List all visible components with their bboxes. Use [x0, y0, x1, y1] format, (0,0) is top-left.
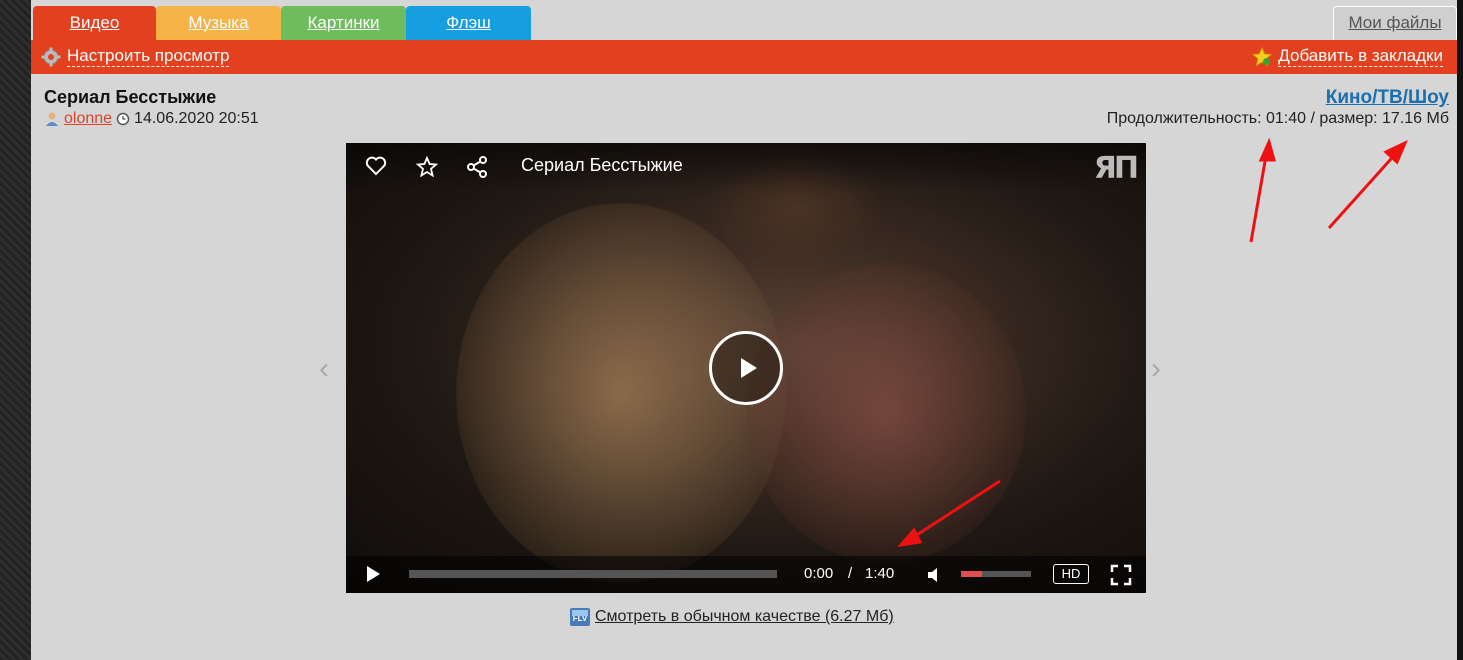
left-background-strip	[0, 0, 31, 660]
normal-quality-link[interactable]: FLV Смотреть в обычном качестве (6.27 Мб…	[570, 608, 894, 626]
author-link[interactable]: olonne	[64, 110, 112, 128]
volume-icon[interactable]	[926, 566, 944, 584]
big-play-button[interactable]	[709, 331, 783, 405]
quality-button[interactable]: HD	[1053, 564, 1089, 584]
settings-label: Настроить просмотр	[67, 46, 230, 67]
channel-logo: ЯП	[1093, 151, 1139, 186]
player-controls: 0:00 / 1:40 HD	[346, 556, 1146, 593]
play-icon[interactable]	[365, 565, 381, 583]
clock-icon	[116, 112, 130, 126]
play-icon	[741, 358, 757, 378]
flv-icon: FLV	[570, 608, 590, 626]
tab-flash[interactable]: Флэш	[406, 6, 531, 40]
tab-my-files[interactable]: Мои файлы	[1333, 6, 1457, 40]
tab-music[interactable]: Музыка	[156, 6, 281, 40]
page: Видео Музыка Картинки Флэш Мои файлы Нас…	[31, 0, 1463, 660]
gear-icon	[41, 47, 61, 66]
normal-quality-label: Смотреть в обычном качестве (6.27 Мб)	[595, 608, 894, 625]
category-link[interactable]: Кино/ТВ/Шоу	[1326, 87, 1449, 109]
star-outline-icon[interactable]	[416, 156, 438, 177]
tab-pictures[interactable]: Картинки	[281, 6, 406, 40]
add-bookmark-button[interactable]: Добавить в закладки	[1252, 46, 1443, 67]
right-edge	[1457, 0, 1463, 660]
page-title: Сериал Бесстыжие	[44, 87, 217, 107]
toolbar: Настроить просмотр Добавить в закладки	[31, 40, 1457, 74]
video-player[interactable]: Сериал Бесстыжие ЯП 0:00 / 1:40 HD	[346, 143, 1146, 593]
star-icon	[1252, 46, 1273, 67]
volume-level	[961, 571, 982, 577]
settings-button[interactable]: Настроить просмотр	[41, 46, 230, 67]
file-meta: olonne 14.06.2020 20:51	[44, 110, 259, 128]
progress-bar[interactable]	[409, 570, 777, 578]
current-time: 0:00	[804, 565, 834, 582]
volume-slider[interactable]	[961, 571, 1031, 577]
fullscreen-icon[interactable]	[1110, 564, 1132, 586]
heart-icon[interactable]	[365, 156, 387, 176]
video-frame-blob	[746, 263, 1026, 563]
next-arrow[interactable]: ›	[1151, 352, 1161, 386]
user-icon	[46, 112, 58, 126]
tab-video[interactable]: Видео	[33, 6, 156, 40]
prev-arrow[interactable]: ‹	[319, 352, 329, 386]
time-separator: /	[848, 565, 853, 582]
upload-datetime: 14.06.2020 20:51	[134, 110, 259, 127]
file-info: Продолжительность: 01:40 / размер: 17.16…	[1106, 110, 1449, 127]
category-tabs: Видео Музыка Картинки Флэш Мои файлы	[33, 6, 1457, 40]
share-icon[interactable]	[466, 156, 488, 178]
bookmark-label: Добавить в закладки	[1278, 46, 1443, 67]
duration: 1:40	[865, 565, 895, 582]
player-title: Сериал Бесстыжие	[521, 155, 683, 175]
